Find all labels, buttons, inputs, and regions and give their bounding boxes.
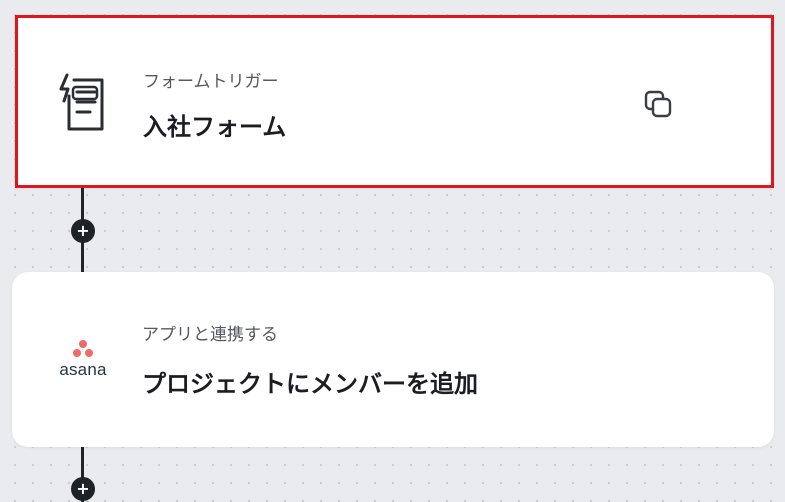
step-type-label: フォームトリガー <box>143 72 279 92</box>
step-title: プロジェクトにメンバーを追加 <box>142 370 478 398</box>
plus-icon: + <box>76 479 90 498</box>
asana-dots-icon <box>72 340 94 358</box>
plus-icon: + <box>76 221 90 240</box>
step-card-form-trigger[interactable]: フォームトリガー 入社フォーム <box>15 15 774 188</box>
step-title: 入社フォーム <box>143 113 287 141</box>
form-trigger-icon <box>54 71 110 135</box>
step-card-asana-action[interactable]: asana アプリと連携する プロジェクトにメンバーを追加 <box>12 272 774 447</box>
copy-button[interactable] <box>640 88 676 124</box>
step-type-label: アプリと連携する <box>142 325 278 345</box>
add-step-button[interactable]: + <box>71 219 95 243</box>
add-step-button[interactable]: + <box>71 477 95 501</box>
asana-logo: asana <box>50 340 116 380</box>
copy-icon <box>643 89 673 123</box>
asana-wordmark: asana <box>59 360 107 379</box>
